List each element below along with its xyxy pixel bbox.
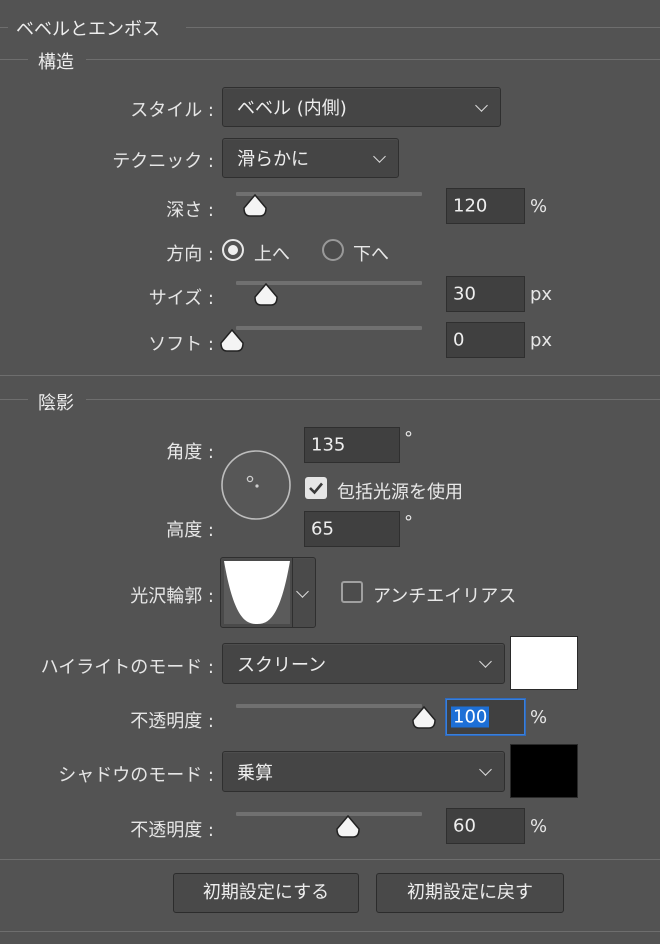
angle-dial[interactable] <box>220 448 292 522</box>
soften-slider-track[interactable] <box>236 326 422 330</box>
chevron-down-icon <box>475 99 488 112</box>
soften-slider-thumb[interactable] <box>219 329 245 353</box>
divider <box>86 399 660 400</box>
divider <box>0 27 8 28</box>
direction-down-radio[interactable] <box>322 239 344 261</box>
chevron-down-icon <box>479 655 492 668</box>
highlight-mode-value: スクリーン <box>237 654 327 676</box>
size-input[interactable]: 30 <box>446 276 525 312</box>
shadow-opacity-label: 不透明度 : <box>130 820 214 841</box>
highlight-opacity-label: 不透明度 : <box>130 711 214 732</box>
direction-label: 方向 : <box>166 244 214 265</box>
technique-value: 滑らかに <box>237 149 309 170</box>
technique-dropdown[interactable]: 滑らかに <box>222 138 399 178</box>
depth-unit: % <box>530 196 548 217</box>
highlight-opacity-unit: % <box>530 707 548 728</box>
highlight-mode-label: ハイライトのモード : <box>40 657 214 678</box>
size-unit: px <box>530 284 553 305</box>
gloss-contour-picker[interactable] <box>220 557 316 628</box>
divider <box>186 27 660 28</box>
reset-to-default-button[interactable]: 初期設定に戻す <box>376 873 564 913</box>
divider <box>0 399 28 400</box>
direction-up-label[interactable]: 上へ <box>254 240 290 266</box>
shading-title: 陰影 <box>38 393 74 414</box>
shadow-mode-dropdown[interactable]: 乗算 <box>222 751 505 792</box>
soften-label: ソフト : <box>148 334 214 355</box>
make-default-button[interactable]: 初期設定にする <box>173 873 359 913</box>
shadow-opacity-slider-thumb[interactable] <box>335 815 361 839</box>
shadow-opacity-unit: % <box>530 816 548 837</box>
style-label: スタイル : <box>130 100 214 121</box>
chevron-down-icon <box>373 150 386 163</box>
shadow-opacity-slider-track[interactable] <box>236 812 422 816</box>
angle-label: 角度 : <box>166 442 214 463</box>
gloss-contour-label: 光沢輪郭 : <box>130 586 214 607</box>
soften-unit: px <box>530 330 553 351</box>
shadow-mode-value: 乗算 <box>237 762 273 784</box>
size-slider-thumb[interactable] <box>253 283 279 307</box>
highlight-mode-dropdown[interactable]: スクリーン <box>222 643 505 684</box>
structure-title: 構造 <box>38 52 74 73</box>
global-light-label[interactable]: 包括光源を使用 <box>337 478 463 504</box>
divider <box>0 59 28 60</box>
altitude-label: 高度 : <box>166 520 214 541</box>
anti-aliased-checkbox[interactable] <box>341 581 363 603</box>
style-dropdown[interactable]: ベベル (内側) <box>222 87 501 127</box>
shadow-opacity-input[interactable]: 60 <box>446 808 525 844</box>
size-label: サイズ : <box>148 288 214 309</box>
depth-input[interactable]: 120 <box>446 188 525 224</box>
panel-title: ベベルとエンボス <box>16 19 160 40</box>
contour-preview-icon <box>224 561 290 624</box>
shadow-color-swatch[interactable] <box>510 744 578 798</box>
altitude-input[interactable]: 65 <box>304 511 400 547</box>
divider <box>0 931 660 932</box>
direction-down-label[interactable]: 下へ <box>353 240 389 266</box>
soften-input[interactable]: 0 <box>446 322 525 358</box>
chevron-down-icon <box>479 763 492 776</box>
divider <box>86 59 660 60</box>
highlight-color-swatch[interactable] <box>510 636 578 690</box>
highlight-opacity-input[interactable]: 100 <box>446 699 525 735</box>
angle-input[interactable]: 135 <box>304 427 400 463</box>
depth-slider-thumb[interactable] <box>242 194 268 218</box>
highlight-opacity-slider-thumb[interactable] <box>411 706 437 730</box>
chevron-down-icon <box>296 585 309 598</box>
depth-label: 深さ : <box>166 200 214 221</box>
anti-aliased-label[interactable]: アンチエイリアス <box>373 582 516 608</box>
altitude-unit: ° <box>404 512 413 533</box>
style-value: ベベル (内側) <box>237 98 347 119</box>
technique-label: テクニック : <box>112 151 214 172</box>
shadow-mode-label: シャドウのモード : <box>58 765 214 786</box>
direction-up-radio[interactable] <box>222 239 244 261</box>
global-light-checkbox[interactable] <box>305 477 327 499</box>
highlight-opacity-slider-track[interactable] <box>236 704 422 708</box>
divider <box>0 375 660 376</box>
angle-unit: ° <box>404 428 413 449</box>
divider <box>0 859 660 860</box>
